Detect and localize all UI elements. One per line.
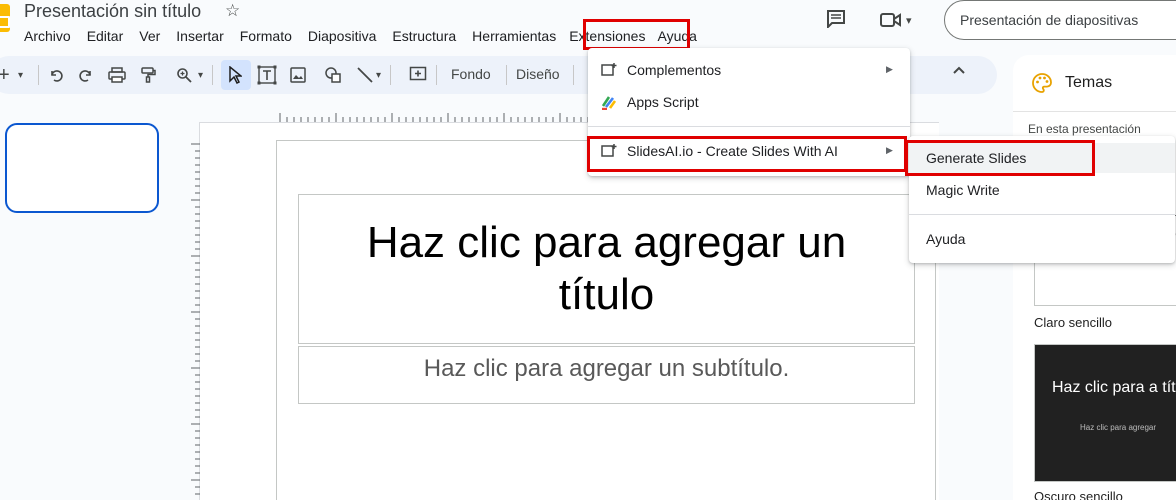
themes-section-label: En esta presentación [1028,122,1141,136]
document-title[interactable]: Presentación sin título [24,1,201,22]
zoom-icon[interactable] [176,64,192,86]
apps-script-icon [601,94,617,110]
layout-button[interactable]: Diseño [516,66,560,82]
theme-light-label: Claro sencillo [1034,315,1113,330]
text-box-icon[interactable] [257,64,277,86]
toolbar-divider [506,65,507,85]
chevron-down-icon[interactable]: ▾ [198,64,203,86]
extensions-menu-highlight [583,19,690,50]
toolbar-divider [390,65,391,85]
panel-divider [1013,111,1176,112]
menu-item-label: Ayuda [926,231,966,247]
menu-divider [909,214,1175,215]
toolbar-divider [212,65,213,85]
menu-item-label: Magic Write [926,182,1000,198]
line-icon[interactable] [356,64,374,86]
star-icon[interactable]: ☆ [225,1,240,21]
menu-ver[interactable]: Ver [131,27,168,47]
menu-archivo[interactable]: Archivo [16,27,79,47]
background-button[interactable]: Fondo [451,66,491,82]
toolbar-divider [573,65,574,85]
slides-logo[interactable] [0,4,10,32]
menu-item-complementos[interactable]: Complementos ▶ [588,55,910,85]
menu-item-label: Complementos [627,62,722,78]
theme-dark-subtitle: Haz clic para agregar [1080,423,1157,432]
menu-divider [588,126,910,127]
slideshow-button[interactable]: Presentación de diapositivas [944,0,1176,40]
menu-estructura[interactable]: Estructura [384,27,464,47]
meet-icon[interactable]: ▾ [880,10,920,30]
chevron-down-icon[interactable]: ▾ [906,14,912,27]
redo-icon[interactable] [78,64,94,86]
vertical-ruler [191,143,200,495]
print-icon[interactable] [108,64,126,86]
slidesai-highlight [587,136,907,172]
themes-panel-title: Temas [1065,74,1113,91]
theme-dark-label: Oscuro sencillo [1034,489,1123,500]
menu-insertar[interactable]: Insertar [168,27,231,47]
new-slide-icon[interactable]: + [0,64,10,86]
submenu-arrow-icon: ▶ [886,64,893,74]
subtitle-placeholder[interactable]: Haz clic para agregar un subtítulo. [298,346,915,404]
undo-icon[interactable] [48,64,64,86]
add-comment-icon[interactable] [409,64,427,86]
chevron-down-icon[interactable]: ▾ [18,64,23,86]
menu-editar[interactable]: Editar [79,27,132,47]
chevron-down-icon[interactable]: ▾ [376,64,381,86]
image-icon[interactable] [290,64,306,86]
collapse-toolbar-icon[interactable] [952,64,966,78]
generate-slides-highlight [905,140,1095,176]
toolbar-divider [38,65,39,85]
paint-format-icon[interactable] [140,64,156,86]
slide-thumbnail[interactable] [5,123,159,213]
toolbar-divider [436,65,437,85]
menu-item-label: Apps Script [627,94,699,110]
theme-dark-title: Haz clic para a título [1052,379,1176,396]
cursor-icon[interactable] [228,64,242,86]
menu-item-ayuda[interactable]: Ayuda [909,224,1175,254]
comment-icon[interactable] [826,10,846,28]
theme-dark-preview[interactable] [1034,344,1176,482]
menu-formato[interactable]: Formato [232,27,300,47]
shape-icon[interactable] [324,64,342,86]
menu-item-magic-write[interactable]: Magic Write [909,175,1175,205]
slides-app: Presentación sin título ☆ Archivo Editar… [0,0,1176,500]
addon-icon [601,62,617,78]
menu-herramientas[interactable]: Herramientas [464,27,560,47]
palette-icon [1031,72,1053,94]
title-placeholder[interactable]: Haz clic para agregar un título [298,194,915,344]
menu-diapositiva[interactable]: Diapositiva [300,27,384,47]
menu-item-apps-script[interactable]: Apps Script [588,87,910,117]
